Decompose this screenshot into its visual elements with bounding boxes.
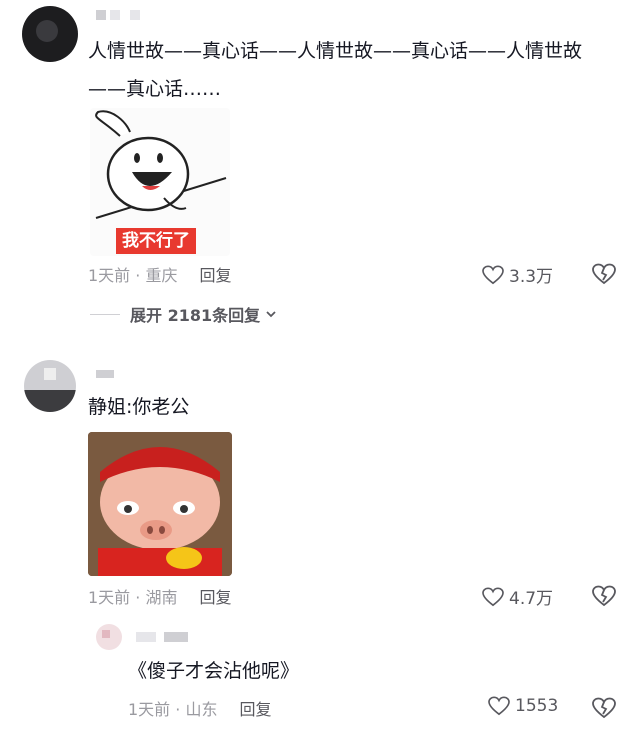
comment-text: 静姐:你老公 [88,396,190,418]
broken-heart-icon [592,263,616,285]
avatar[interactable] [24,360,76,412]
dislike-button[interactable] [592,263,616,289]
reply-button[interactable]: 回复 [239,696,271,720]
pig-character-sticker-icon [88,432,232,576]
time-location: 1天前 · 湖南 [88,588,178,607]
username-blurred[interactable] [96,10,140,20]
divider-line [90,313,120,315]
heart-outline-icon [488,696,510,716]
comment-text: 人情世故——真心话——人情世故——真心话——人情世故——真心话…… [88,40,583,100]
expand-label: 展开 2181条回复 [130,306,261,325]
reply-meta: 1天前 · 山东 回复 [128,696,271,720]
expand-replies-button[interactable]: 展开 2181条回复 [90,302,278,326]
like-count: 4.7万 [509,589,554,609]
avatar[interactable] [22,6,78,62]
reply-username-blurred[interactable] [136,632,188,642]
comment-meta: 1天前 · 湖南 回复 [88,584,231,608]
rabbit-sticker-icon [95,110,227,219]
time-location: 1天前 · 山东 [128,700,218,719]
dislike-button[interactable] [592,585,616,611]
time-location: 1天前 · 重庆 [88,266,178,285]
heart-outline-icon [482,587,504,606]
broken-heart-icon [592,585,616,607]
username-blurred[interactable] [96,370,114,378]
reply-button[interactable]: 回复 [199,584,231,608]
reply-avatar[interactable] [96,624,122,650]
comment-meta: 1天前 · 重庆 回复 [88,262,231,286]
dislike-button[interactable] [592,697,616,723]
like-count: 1553 [515,696,559,716]
sticker-image[interactable] [88,432,232,576]
reply-button[interactable]: 回复 [199,262,231,286]
sticker-image[interactable]: 我不行了 [90,108,230,256]
like-count: 3.3万 [509,267,554,287]
reply-text: 《傻子才会沾他呢》 [128,660,300,682]
like-button[interactable]: 1553 [488,696,558,716]
sticker-caption: 我不行了 [116,228,196,254]
broken-heart-icon [592,697,616,719]
chevron-down-icon [266,311,276,318]
heart-outline-icon [482,265,504,284]
like-button[interactable]: 4.7万 [482,584,553,609]
like-button[interactable]: 3.3万 [482,262,553,287]
